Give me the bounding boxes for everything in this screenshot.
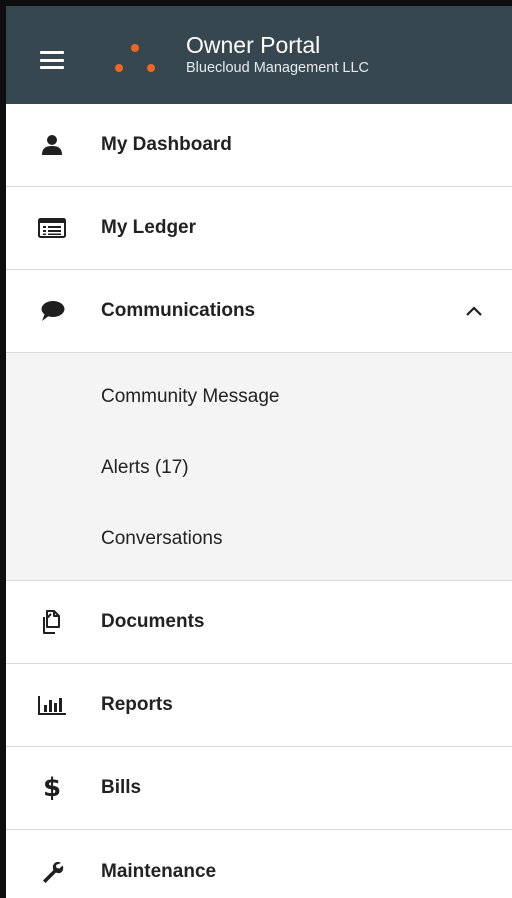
submenu-item-alerts[interactable]: Alerts (17) bbox=[6, 432, 512, 503]
hamburger-menu-icon[interactable] bbox=[40, 51, 64, 69]
user-icon bbox=[34, 131, 70, 159]
menu-item-dashboard[interactable]: My Dashboard bbox=[6, 104, 512, 187]
brand-logo-icon bbox=[111, 36, 155, 80]
menu-item-maintenance[interactable]: Maintenance bbox=[6, 830, 512, 898]
submenu-item-label: Community Message bbox=[101, 385, 280, 407]
menu-item-label: Maintenance bbox=[101, 860, 217, 882]
menu-item-label: Communications bbox=[101, 300, 256, 321]
menu-item-communications[interactable]: Communications bbox=[6, 270, 512, 353]
menu-item-label: My Dashboard bbox=[101, 134, 232, 155]
header-text: Owner Portal Bluecloud Management LLC bbox=[186, 32, 369, 77]
bar-chart-icon bbox=[34, 691, 70, 719]
chat-bubble-icon bbox=[34, 297, 70, 325]
dollar-icon: $ bbox=[42, 773, 62, 803]
menu-item-label: Bills bbox=[101, 777, 142, 798]
app-title: Owner Portal bbox=[186, 32, 321, 58]
submenu-item-community-message[interactable]: Community Message bbox=[6, 361, 512, 432]
menu-item-reports[interactable]: Reports bbox=[6, 664, 512, 747]
submenu-item-conversations[interactable]: Conversations bbox=[6, 503, 512, 574]
communications-submenu: Community Message Alerts (17) Conversati… bbox=[6, 353, 512, 581]
company-name: Bluecloud Management LLC bbox=[186, 60, 369, 76]
wrench-icon bbox=[34, 858, 70, 886]
menu-item-label: My Ledger bbox=[101, 217, 197, 238]
app-header: Owner Portal Bluecloud Management LLC bbox=[6, 6, 512, 104]
menu-item-bills[interactable]: $ Bills bbox=[6, 747, 512, 830]
sidebar-menu: My Dashboard My Ledger Communications Co… bbox=[6, 104, 512, 898]
chevron-up-icon[interactable] bbox=[464, 304, 484, 318]
menu-item-documents[interactable]: Documents bbox=[6, 581, 512, 664]
ledger-icon bbox=[34, 214, 70, 242]
menu-item-label: Reports bbox=[101, 694, 173, 715]
submenu-item-label: Conversations bbox=[101, 527, 223, 549]
submenu-item-label: Alerts (17) bbox=[101, 456, 189, 478]
menu-item-ledger[interactable]: My Ledger bbox=[6, 187, 512, 270]
window-frame-left bbox=[0, 0, 6, 898]
documents-icon bbox=[34, 608, 70, 636]
menu-item-label: Documents bbox=[101, 611, 205, 632]
